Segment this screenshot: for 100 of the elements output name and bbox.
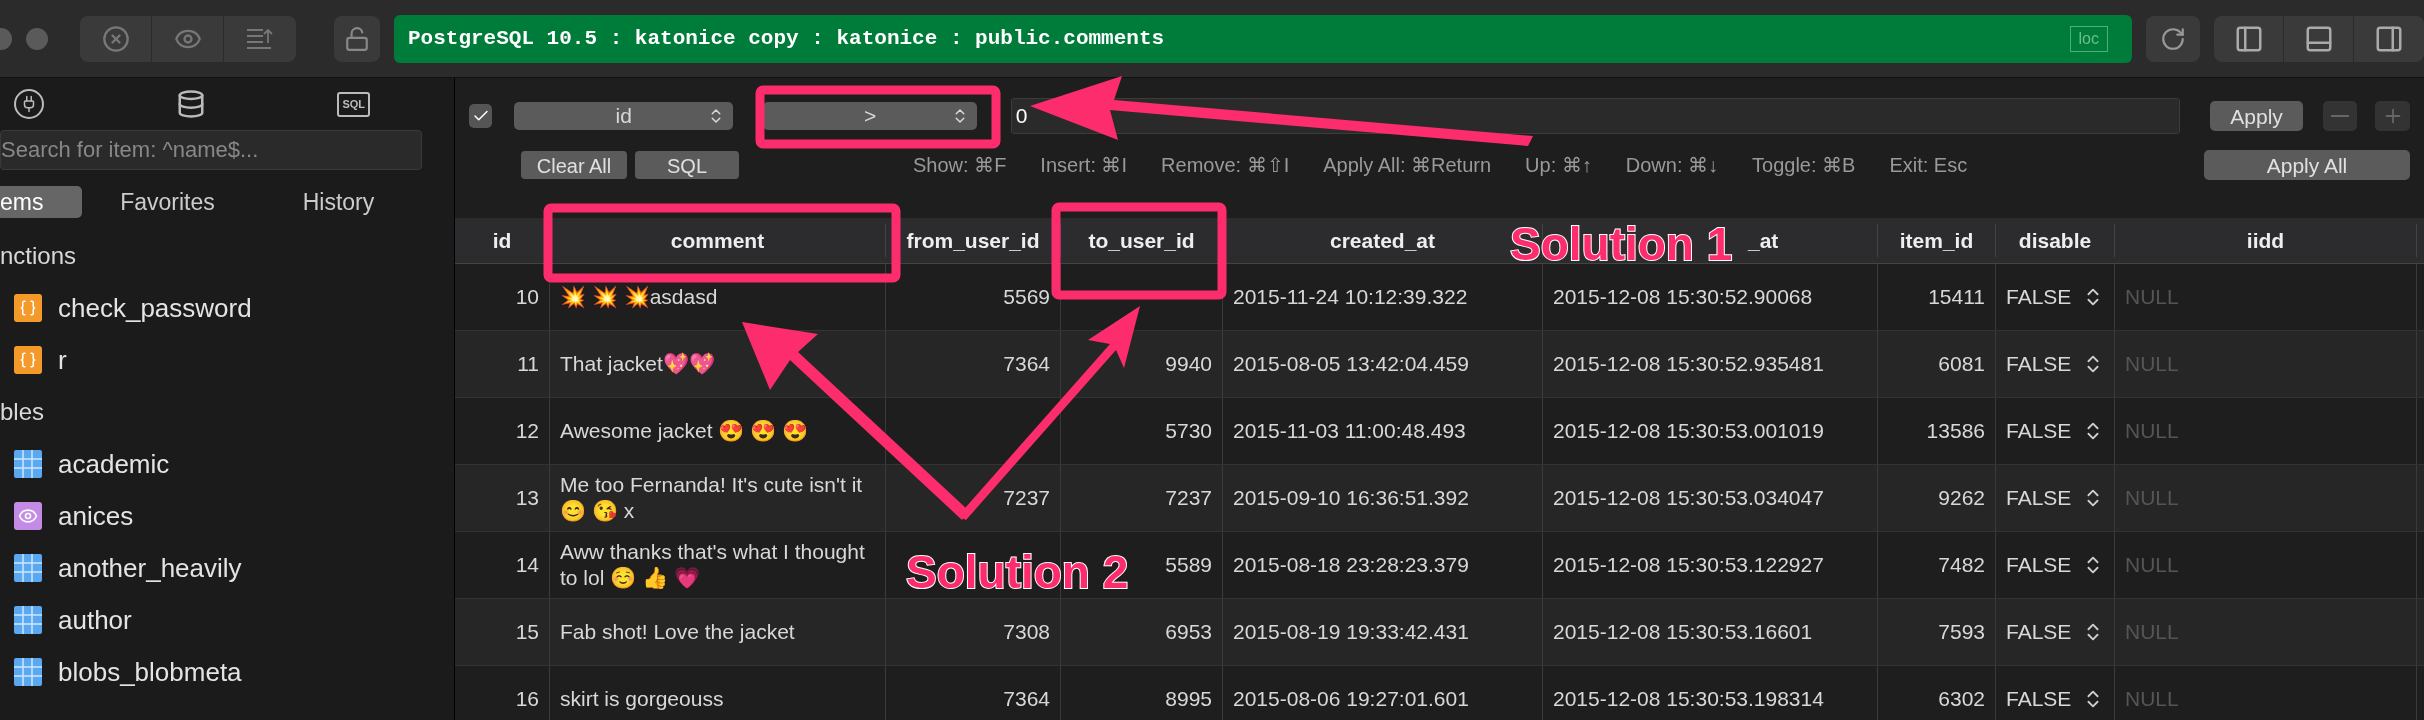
shortcut-hint: Show: ⌘F <box>913 153 1007 178</box>
table-cell: 2015-12-08 15:30:53.001019 <box>1553 418 1824 444</box>
remove-filter-button[interactable] <box>2322 101 2358 131</box>
sidebar-item[interactable]: blobs_blobmeta <box>0 646 454 698</box>
minus-icon <box>2331 115 2350 117</box>
table-cell: 16 <box>515 686 539 712</box>
column-header[interactable]: id <box>492 224 512 257</box>
sidebar-item[interactable]: anices <box>0 490 454 542</box>
table-cell-text: FALSE <box>2006 284 2072 311</box>
table-cell: 7482 <box>1938 552 1985 578</box>
table-cell: 2015-08-18 23:28:23.379 <box>1233 552 1469 578</box>
table-cell: 7237 <box>1003 485 1050 511</box>
table-cell: 11 <box>517 351 539 377</box>
section-header: nctions <box>0 241 78 271</box>
sidebar-tab[interactable]: Favorites <box>82 186 253 218</box>
shortcut-hint: Down: ⌘↓ <box>1625 153 1718 178</box>
table-cell: 5569 <box>1003 284 1050 310</box>
table-cell: 8995 <box>1165 686 1212 712</box>
table-cell: 2015-08-05 13:42:04.459 <box>1233 351 1469 377</box>
apply-all-button[interactable]: Apply All <box>2204 150 2410 180</box>
apply-button[interactable]: Apply <box>2210 101 2303 131</box>
column-select[interactable]: id <box>514 102 734 130</box>
clear-all-button[interactable]: Clear All <box>521 151 627 179</box>
table-cell: 2015-11-24 10:12:39.322 <box>1233 284 1468 310</box>
table-cell: 12 <box>515 418 539 444</box>
table-cell: 2015-12-08 15:30:53.034047 <box>1553 485 1824 511</box>
table-cell: 6081 <box>1938 351 1985 377</box>
table-cell: 13586 <box>1926 418 1985 444</box>
column-header[interactable]: _at <box>1748 224 1779 257</box>
sql-icon[interactable]: SQL <box>337 91 370 117</box>
lock-button[interactable] <box>334 15 380 62</box>
table-cell: 2015-12-08 15:30:53.16601 <box>1553 619 1813 645</box>
table-cell: 9940 <box>1165 351 1212 377</box>
sidebar-item[interactable]: check_password <box>0 282 454 334</box>
table-cell-text: FALSE <box>2006 351 2072 378</box>
table-cell: 2015-11-03 11:00:48.493 <box>1233 418 1466 444</box>
sidebar-item[interactable]: another_heavily <box>0 542 454 594</box>
column-header[interactable]: to_user_id <box>1088 224 1195 257</box>
table-cell: 9262 <box>1938 485 1985 511</box>
table-cell-text: FALSE <box>2006 619 2072 646</box>
braces-glyph-icon <box>19 351 37 369</box>
sidebar-item[interactable]: author <box>0 594 454 646</box>
callout-label: Solution 2 <box>906 546 1129 598</box>
connection-badge: loc <box>2069 25 2108 52</box>
column-header[interactable]: iidd <box>2246 224 2285 257</box>
column-header[interactable]: disable <box>2018 224 2092 257</box>
column-header[interactable]: item_id <box>1899 224 1974 257</box>
refresh-icon <box>2160 25 2186 52</box>
shortcut-hint: Toggle: ⌘B <box>1752 153 1856 178</box>
table-cell: Awesome jacket 😍 😍 😍 <box>560 418 809 444</box>
table-icon <box>14 450 42 478</box>
column-header[interactable]: from_user_id <box>906 224 1040 257</box>
search-field[interactable]: Search for item: ^name$... <box>0 130 422 170</box>
table-cell-text: FALSE <box>2006 686 2072 713</box>
table-cell-text: Me too Fernanda! It's cute isn't it 😊 😘 x <box>560 472 864 524</box>
plug-icon[interactable] <box>14 89 44 119</box>
table-cell: 6953 <box>1165 619 1212 645</box>
operator-select[interactable]: > <box>763 102 977 130</box>
table-cell: 7308 <box>1003 619 1050 645</box>
shortcut-hint: Exit: Esc <box>1889 153 1968 178</box>
sidebar-tab[interactable]: ems <box>0 186 82 218</box>
table-cell: 2015-12-08 15:30:52.90068 <box>1553 284 1813 310</box>
table-icon <box>14 658 42 686</box>
sidebar-tab[interactable]: History <box>253 186 424 218</box>
add-filter-button[interactable] <box>2375 101 2410 131</box>
unlocked-padlock-icon <box>344 25 370 52</box>
filter-checkbox[interactable] <box>469 104 493 128</box>
table-cell: 6302 <box>1938 686 1985 712</box>
refresh-button[interactable] <box>2146 15 2200 62</box>
table-cell: 7364 <box>1003 686 1050 712</box>
column-header[interactable]: created_at <box>1329 224 1436 257</box>
table-cell: 7593 <box>1938 619 1985 645</box>
shortcut-hint: Up: ⌘↑ <box>1525 153 1592 178</box>
shortcut-hint: Remove: ⌘⇧I <box>1161 153 1290 178</box>
column-header[interactable]: comment <box>670 224 765 257</box>
sidebar-item[interactable]: academic <box>0 438 454 490</box>
table-cell: skirt is gorgeouss <box>560 686 724 712</box>
close-icon <box>101 24 130 53</box>
table-cell: 13 <box>515 485 539 511</box>
table-cell: 💥 💥 💥asdasd <box>560 284 718 310</box>
callout-label: Solution 1 <box>1510 218 1733 270</box>
table-cell: 2015-12-08 15:30:53.198314 <box>1553 686 1824 712</box>
table-cell: 2015-12-08 15:30:53.122927 <box>1553 552 1824 578</box>
table-cell: 7364 <box>1003 351 1050 377</box>
table-cell: 2015-09-10 16:36:51.392 <box>1233 485 1469 511</box>
section-header: bles <box>0 397 46 427</box>
table-cell: 2015-08-19 19:33:42.431 <box>1233 619 1469 645</box>
table-cell: 15411 <box>1928 284 1985 310</box>
table-cell: 15 <box>515 619 539 645</box>
table-icon <box>14 554 42 582</box>
table-cell: 5589 <box>1165 552 1212 578</box>
sidebar-item[interactable]: r <box>0 334 454 386</box>
table-cell-text: FALSE <box>2006 485 2072 512</box>
table-cell: 2015-12-08 15:30:52.935481 <box>1553 351 1824 377</box>
connection-title: PostgreSQL 10.5 : katonice copy : katonice : public.comments <box>408 25 1165 52</box>
table-cell: 5730 <box>1165 418 1212 444</box>
sql-button[interactable]: SQL <box>635 151 739 179</box>
table-cell: 7237 <box>1165 485 1212 511</box>
table-cell: Fab shot! Love the jacket <box>560 619 795 645</box>
table-cell: 14 <box>515 552 539 578</box>
